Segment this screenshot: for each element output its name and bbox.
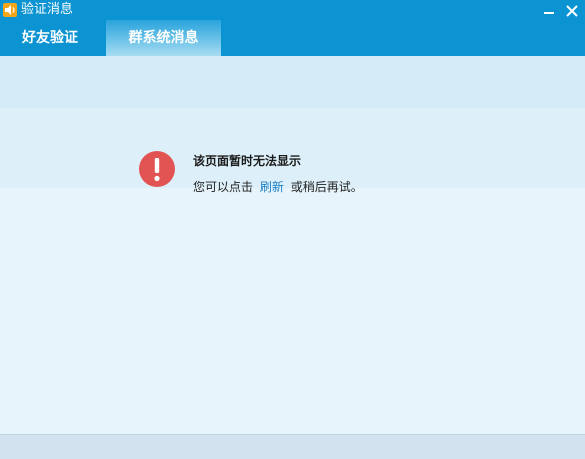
minimize-button[interactable] [540,0,558,20]
minimize-icon [544,12,554,14]
error-message-prefix: 您可以点击 [193,180,254,194]
window-title: 验证消息 [21,2,74,17]
title-bar: 验证消息 [0,0,585,20]
tab-bar: 好友验证 群系统消息 [0,20,585,56]
error-message-suffix: 或稍后再试。 [290,180,363,194]
footer-bar [0,434,585,459]
speaker-icon [3,3,17,17]
header-band [0,56,585,108]
close-icon [566,5,578,17]
error-title: 该页面暂时无法显示 [193,154,302,168]
tab-friend-verification[interactable]: 好友验证 [0,20,100,56]
refresh-link[interactable]: 刷新 [260,180,284,194]
tab-group-system-messages[interactable]: 群系统消息 [106,20,221,56]
close-button[interactable] [563,0,581,20]
message-band [0,108,585,188]
error-message: 您可以点击 刷新 或稍后再试。 [193,178,363,195]
content-panel: 该页面暂时无法显示 您可以点击 刷新 或稍后再试。 [0,56,585,434]
exclamation-icon [139,151,175,187]
